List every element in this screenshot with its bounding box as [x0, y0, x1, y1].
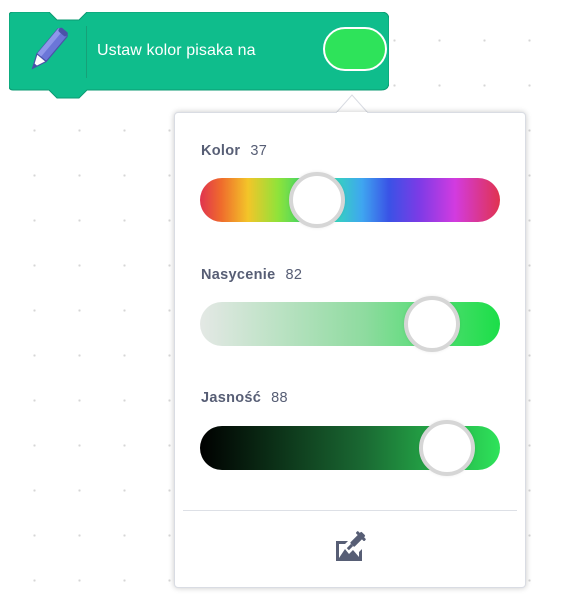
- popup-divider: [183, 510, 517, 511]
- saturation-label: Nasycenie: [201, 267, 276, 283]
- saturation-slider-label: Nasycenie 82: [201, 267, 302, 283]
- brightness-value: 88: [271, 390, 288, 406]
- block-divider: [86, 26, 87, 78]
- popup-pointer: [335, 94, 369, 114]
- eyedropper-icon[interactable]: [332, 527, 370, 565]
- color-picker-popup: Kolor 37 Nasycenie 82 Jasność 88: [174, 112, 526, 588]
- pen-icon: [31, 27, 68, 70]
- color-value: 37: [250, 143, 268, 159]
- brightness-slider-label: Jasność 88: [201, 390, 288, 406]
- block-label: Ustaw kolor pisaka na: [97, 42, 256, 59]
- color-swatch[interactable]: [323, 27, 387, 71]
- saturation-slider-handle[interactable]: [403, 296, 460, 352]
- brightness-slider-handle[interactable]: [419, 420, 476, 476]
- brightness-label: Jasność: [201, 390, 262, 406]
- color-slider-handle[interactable]: [288, 172, 345, 228]
- color-slider-track[interactable]: [200, 178, 500, 222]
- color-label: Kolor: [201, 143, 241, 159]
- color-slider-label: Kolor 37: [201, 143, 267, 159]
- pointer-joint: [337, 112, 367, 115]
- saturation-value: 82: [285, 267, 303, 283]
